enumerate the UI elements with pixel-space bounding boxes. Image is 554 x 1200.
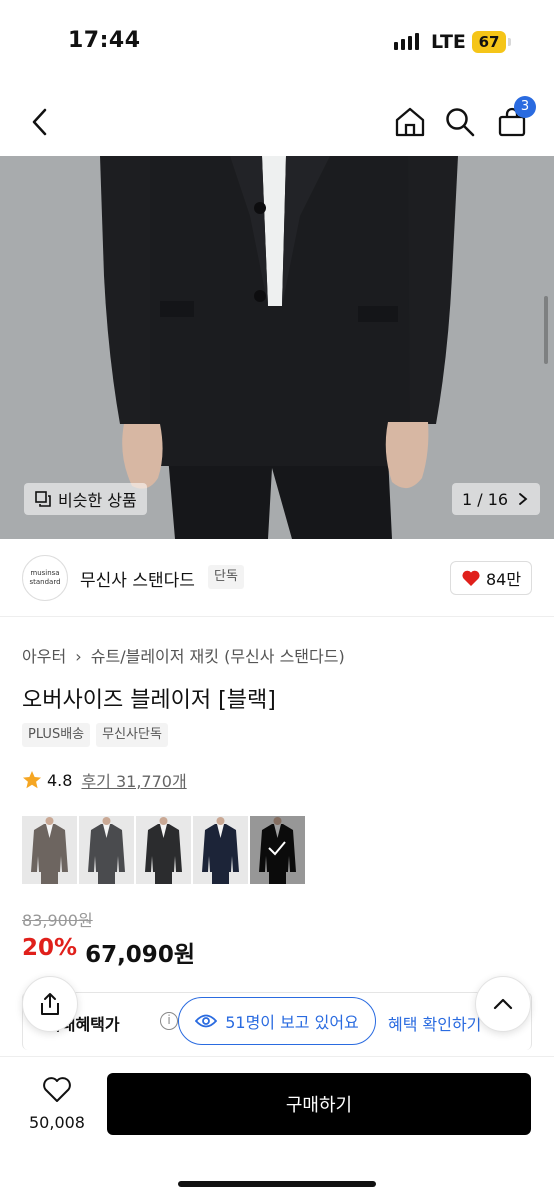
product-image[interactable] [0,156,554,539]
chevron-right-icon [519,493,528,505]
breadcrumb-outer[interactable]: 아우터 [22,647,66,666]
price-row: 20% 67,090원 [22,935,195,969]
like-button[interactable]: 84만 [450,561,532,595]
tag-plus-delivery: PLUS배송 [22,723,91,747]
rating-value: 4.8 [47,770,73,790]
back-icon [32,108,47,136]
brand-logo[interactable]: musinsa standard [22,555,68,601]
scroll-top-button[interactable] [475,976,531,1032]
color-swatches [22,816,305,884]
sale-price: 67,090원 [85,942,195,968]
home-indicator [178,1181,376,1187]
rating-row: 4.8 후기 31,770개 [22,768,187,792]
brand-logo-line2: standard [29,578,61,586]
swatch-thumbnail [136,816,191,884]
info-icon[interactable]: i [160,1012,178,1030]
color-swatch[interactable] [250,816,305,884]
brand-row: musinsa standard 무신사 스탠다드 단독 84만 [0,539,554,617]
battery-cap [508,38,511,46]
status-bar: 17:44 LTE 67 [0,0,554,84]
breadcrumb-separator-icon: › [75,647,82,666]
product-tags: PLUS배송 무신사단독 [22,723,168,747]
swatch-thumbnail [22,816,77,884]
image-pager-label: 1 / 16 [462,489,509,509]
brand-logo-line1: musinsa [30,569,60,577]
star-icon [23,771,41,789]
breadcrumb-suit[interactable]: 슈트/블레이저 재킷 (무신사 스탠다드) [91,647,345,666]
color-swatch[interactable] [79,816,134,884]
wishlist-count: 50,008 [29,1113,85,1132]
original-price: 83,900원 [22,911,93,930]
share-icon [41,993,59,1015]
color-swatch[interactable] [136,816,191,884]
color-swatch[interactable] [193,816,248,884]
swatch-thumbnail [79,816,134,884]
similar-products-label: 비슷한 상품 [58,491,137,510]
scroll-indicator [544,296,548,364]
swatch-thumbnail [193,816,248,884]
breadcrumb: 아우터 › 슈트/블레이저 재킷 (무신사 스탠다드) [22,643,345,667]
tag-exclusive: 무신사단독 [96,723,168,747]
image-pager[interactable]: 1 / 16 [452,483,541,515]
viewers-pill: 51명이 보고 있어요 [178,997,376,1045]
share-button[interactable] [22,976,78,1032]
viewers-text: 51명이 보고 있어요 [225,1013,359,1032]
cart-count-badge: 3 [514,96,536,118]
top-nav-bar: 3 [0,84,554,156]
like-count: 84만 [485,570,522,589]
battery-icon: 67 [472,31,506,53]
brand-name[interactable]: 무신사 스탠다드 [80,566,195,591]
cart-button[interactable]: 3 [492,96,536,142]
similar-products-button[interactable]: 비슷한 상품 [24,483,147,515]
color-swatch[interactable] [22,816,77,884]
chevron-up-icon [493,998,513,1010]
status-time: 17:44 [68,28,141,53]
brand-exclusive-tag: 단독 [208,565,244,589]
back-button[interactable] [20,102,60,142]
eye-icon [195,1014,218,1028]
copy-icon [35,491,51,507]
heart-outline-icon [43,1077,71,1102]
home-icon [395,107,425,137]
blazer-photo [0,156,554,539]
review-link[interactable]: 후기 31,770개 [81,768,186,792]
product-title: 오버사이즈 블레이저 [블랙] [22,688,276,713]
check-icon [268,841,286,856]
check-benefit-link[interactable]: 혜택 확인하기 [388,1011,481,1035]
heart-filled-icon [462,570,480,586]
search-icon [446,108,475,137]
search-button[interactable] [440,102,480,142]
wishlist-button[interactable]: 50,008 [22,1076,92,1132]
signal-icon [394,33,419,50]
buy-button[interactable]: 구매하기 [107,1073,531,1135]
discount-rate: 20% [22,935,78,961]
home-button[interactable] [390,102,430,142]
network-label: LTE [431,31,466,53]
